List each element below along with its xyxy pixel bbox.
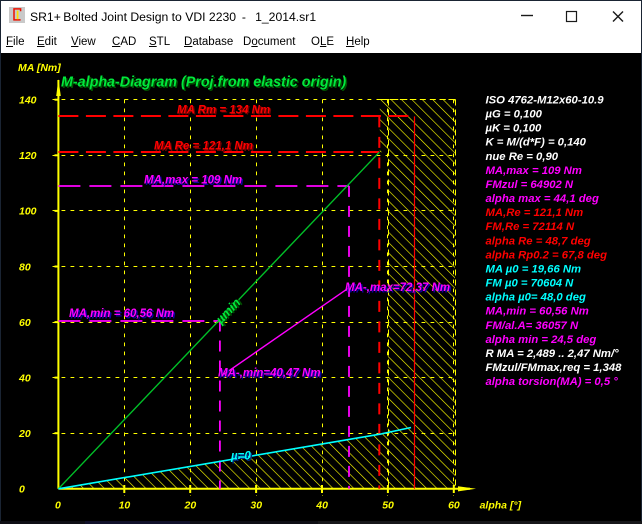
svg-text:40: 40 xyxy=(18,372,31,384)
svg-text:alpha µ0= 48,0 deg: alpha µ0= 48,0 deg xyxy=(486,292,586,304)
svg-text:M-alpha-Diagram (Proj.from ela: M-alpha-Diagram (Proj.from elastic origi… xyxy=(61,75,346,91)
svg-text:MA µ0 = 19,66 Nm: MA µ0 = 19,66 Nm xyxy=(486,264,582,276)
svg-text:µG = 0,100: µG = 0,100 xyxy=(485,109,543,121)
svg-text:MA,max = 109 Nm: MA,max = 109 Nm xyxy=(144,174,242,186)
svg-text:40: 40 xyxy=(315,499,328,511)
svg-text:FM/al.A= 36057 N: FM/al.A= 36057 N xyxy=(486,320,579,332)
svg-text:120: 120 xyxy=(19,150,37,162)
svg-text:30: 30 xyxy=(250,499,262,511)
svg-text:alpha min = 24,5 deg: alpha min = 24,5 deg xyxy=(486,334,597,346)
svg-text:MA [Nm]: MA [Nm] xyxy=(18,62,61,74)
svg-text:MA,Re = 121,1 Nm: MA,Re = 121,1 Nm xyxy=(486,207,584,219)
svg-text:R MA = 2,489 .. 2,47 Nm/°: R MA = 2,489 .. 2,47 Nm/° xyxy=(486,348,620,360)
svg-text:50: 50 xyxy=(382,499,394,511)
svg-text:0: 0 xyxy=(55,499,61,511)
svg-text:FMzul = 64902 N: FMzul = 64902 N xyxy=(486,179,574,191)
svg-text:MA-,min=40,47 Nm: MA-,min=40,47 Nm xyxy=(218,367,321,379)
svg-text:60: 60 xyxy=(19,317,31,329)
svg-text:MA-,max=72,37 Nm: MA-,max=72,37 Nm xyxy=(345,282,450,294)
svg-text:alpha max = 44,1 deg: alpha max = 44,1 deg xyxy=(486,193,599,205)
svg-text:MA,min = 60,56 Nm: MA,min = 60,56 Nm xyxy=(69,308,174,320)
svg-text:FM,Re = 72114 N: FM,Re = 72114 N xyxy=(486,221,575,233)
svg-text:140: 140 xyxy=(19,95,37,107)
svg-text:80: 80 xyxy=(19,261,31,273)
svg-text:FMzul/FMmax,req = 1,348: FMzul/FMmax,req = 1,348 xyxy=(486,362,623,374)
svg-text:20: 20 xyxy=(18,428,31,440)
svg-text:alpha [°]: alpha [°] xyxy=(480,499,522,511)
svg-text:alpha Rp0.2 = 67,8 deg: alpha Rp0.2 = 67,8 deg xyxy=(486,249,608,261)
svg-text:MA,max = 109 Nm: MA,max = 109 Nm xyxy=(486,165,582,177)
svg-text:µ=0: µ=0 xyxy=(230,451,251,463)
svg-text:20: 20 xyxy=(184,499,197,511)
svg-text:alpha Re = 48,7 deg: alpha Re = 48,7 deg xyxy=(486,235,591,247)
svg-text:MA Re = 121,1 Nm: MA Re = 121,1 Nm xyxy=(154,141,253,153)
svg-text:µK = 0,100: µK = 0,100 xyxy=(485,123,543,135)
svg-text:nue Re = 0,90: nue Re = 0,90 xyxy=(486,151,559,163)
svg-text:MA Rm = 134 Nm: MA Rm = 134 Nm xyxy=(177,104,270,116)
svg-text:10: 10 xyxy=(119,499,131,511)
svg-text:K = M/(d*F) = 0,140: K = M/(d*F) = 0,140 xyxy=(486,137,587,149)
svg-text:100: 100 xyxy=(19,206,37,218)
svg-text:60: 60 xyxy=(448,499,460,511)
svg-text:0: 0 xyxy=(19,484,25,496)
svg-text:MA,min = 60,56 Nm: MA,min = 60,56 Nm xyxy=(486,306,589,318)
svg-text:alpha torsion(MA) = 0,5 °: alpha torsion(MA) = 0,5 ° xyxy=(486,376,619,388)
svg-text:ISO 4762-M12x60-10.9: ISO 4762-M12x60-10.9 xyxy=(486,95,605,107)
svg-text:FM µ0 = 70604 N: FM µ0 = 70604 N xyxy=(486,278,575,290)
